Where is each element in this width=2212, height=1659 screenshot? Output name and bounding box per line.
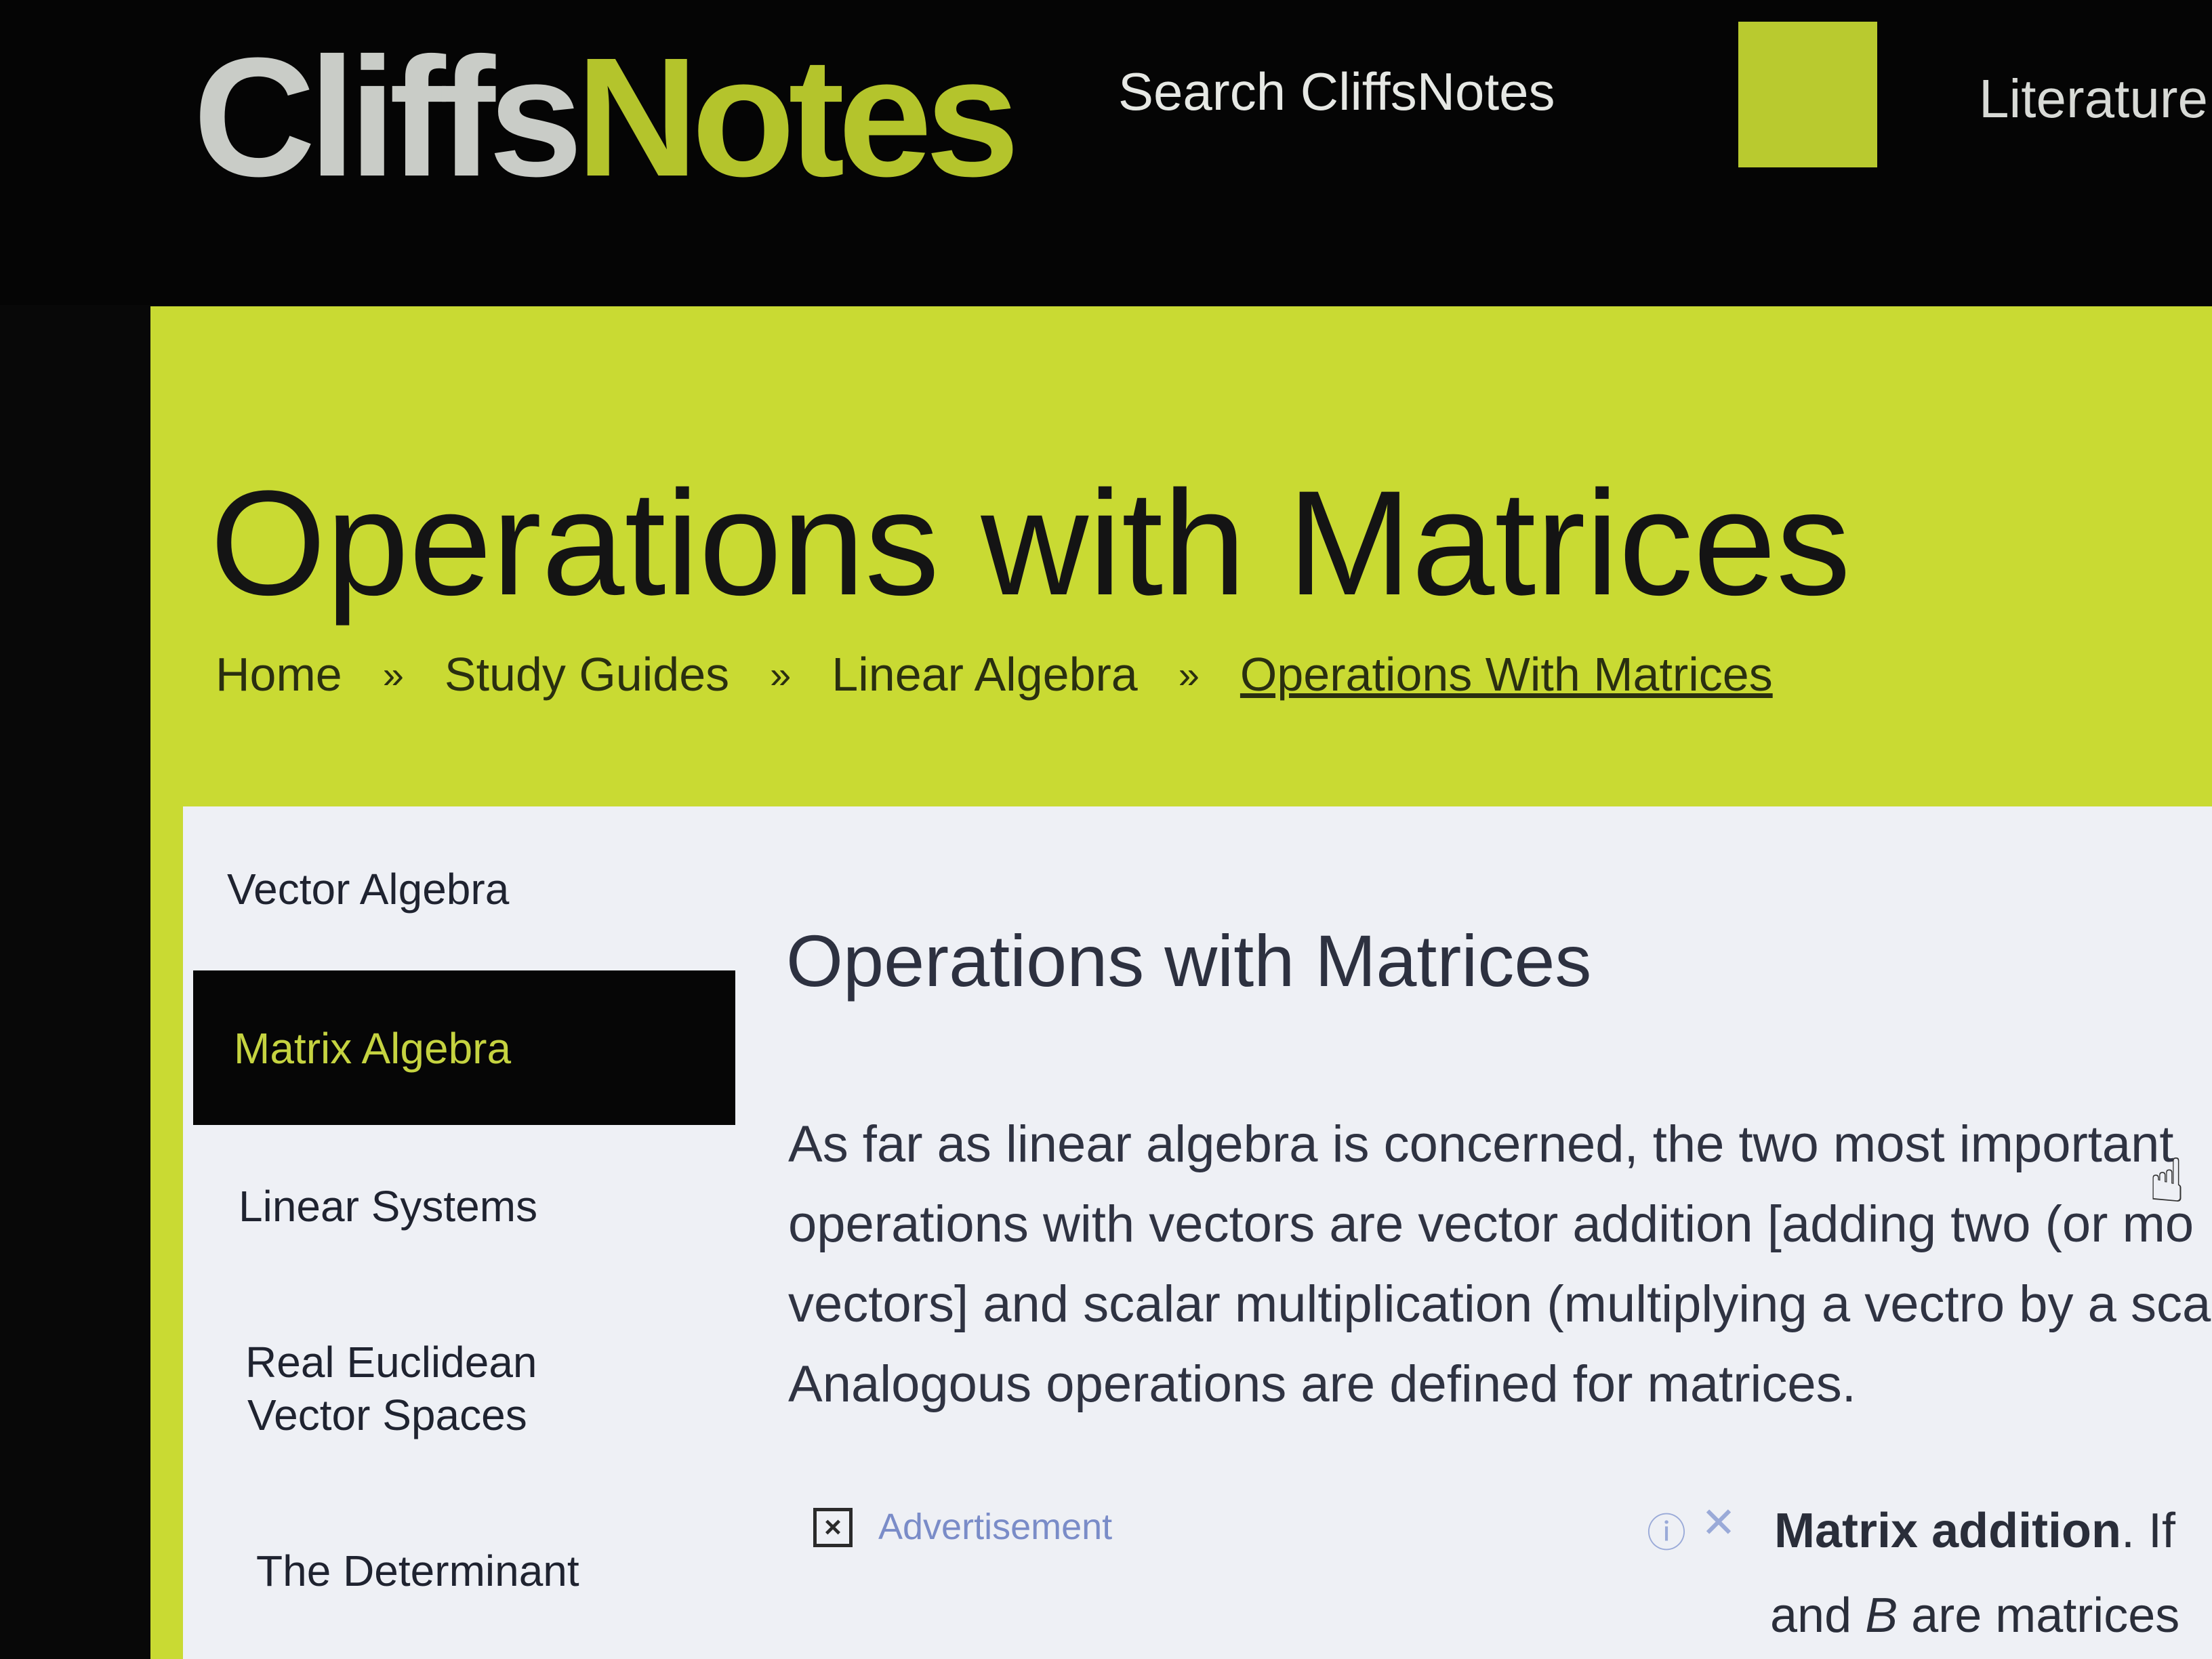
page-title: Operations with Matrices bbox=[210, 459, 1851, 626]
matrix-addition-term: Matrix addition bbox=[1774, 1504, 2122, 1558]
logo-cliffs: Cliffs bbox=[193, 22, 583, 211]
breadcrumb-current[interactable]: Operations With Matrices bbox=[1240, 647, 1773, 701]
search-button-icon[interactable] bbox=[1738, 22, 1877, 167]
hand-cursor-icon: ☝ bbox=[2148, 1147, 2186, 1215]
close-icon[interactable]: ✕ bbox=[1701, 1498, 1736, 1547]
breadcrumb: Home » Study Guides » Linear Algebra » O… bbox=[216, 647, 1814, 701]
text-fragment: and bbox=[1770, 1589, 1866, 1643]
paragraph-line: operations with vectors are vector addit… bbox=[788, 1195, 2194, 1253]
sidebar-item-vector-algebra[interactable]: Vector Algebra bbox=[227, 862, 509, 916]
paragraph-line: vectors] and scalar multiplication (mult… bbox=[788, 1275, 2211, 1333]
breadcrumb-separator: » bbox=[382, 653, 404, 696]
breadcrumb-separator: » bbox=[1178, 653, 1200, 696]
advertisement-label: Advertisement bbox=[878, 1507, 1113, 1547]
logo-notes: Notes bbox=[576, 22, 1020, 211]
paragraph-line: As far as linear algebra is concerned, t… bbox=[788, 1115, 2174, 1173]
sidebar-item-the-determinant[interactable]: The Determinant bbox=[256, 1544, 579, 1598]
breadcrumb-study-guides[interactable]: Study Guides bbox=[445, 647, 729, 701]
breadcrumb-linear-algebra[interactable]: Linear Algebra bbox=[832, 647, 1137, 701]
sidebar-item-real-euclidean-line2[interactable]: Vector Spaces bbox=[247, 1388, 527, 1442]
paragraph-line: Analogous operations are defined for mat… bbox=[788, 1355, 1856, 1413]
variable-b: B bbox=[1865, 1589, 1898, 1643]
section-heading: Operations with Matrices bbox=[786, 920, 1592, 1002]
cliffsnotes-logo[interactable]: CliffsNotes bbox=[193, 33, 1020, 202]
breadcrumb-home[interactable]: Home bbox=[216, 647, 342, 701]
sidebar-item-label: Matrix Algebra bbox=[234, 1024, 512, 1073]
nav-item-literature[interactable]: Literature bbox=[1979, 68, 2208, 130]
breadcrumb-separator: » bbox=[770, 653, 792, 696]
matrix-addition-rest: . If bbox=[2121, 1504, 2176, 1558]
info-icon[interactable]: ⓘ bbox=[1647, 1501, 1686, 1558]
sidebar-item-real-euclidean-line1[interactable]: Real Euclidean bbox=[245, 1335, 537, 1389]
matrix-addition-text: Matrix addition. If bbox=[1774, 1503, 2212, 1559]
ad-choices-icon[interactable]: × bbox=[813, 1508, 853, 1547]
intro-paragraph: As far as linear algebra is concerned, t… bbox=[788, 1105, 2212, 1425]
matrix-addition-text-line2: and B are matrices bbox=[1770, 1588, 2212, 1643]
search-input[interactable]: Search CliffsNotes bbox=[1118, 61, 1555, 123]
text-fragment: are matrices bbox=[1898, 1589, 2180, 1643]
sidebar-item-linear-systems[interactable]: Linear Systems bbox=[239, 1179, 537, 1233]
